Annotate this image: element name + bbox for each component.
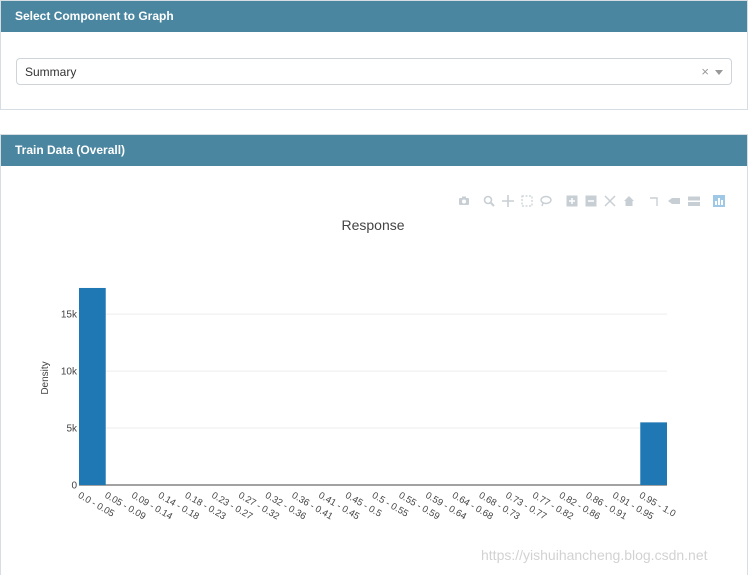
y-gridlines (79, 313, 667, 486)
watermark: https://yishuihancheng.blog.csdn.net (481, 547, 708, 563)
y-axis-label: Density (40, 361, 51, 394)
select-component-panel: Select Component to Graph Summary × (0, 0, 748, 110)
pan-icon[interactable] (502, 195, 514, 210)
panel-header: Train Data (Overall) (1, 135, 747, 166)
select-value: Summary (25, 65, 77, 79)
chart-title: Response (341, 217, 404, 233)
panel-header: Select Component to Graph (1, 1, 747, 32)
autoscale-icon[interactable] (604, 195, 616, 210)
chevron-down-icon[interactable] (715, 70, 723, 75)
plotly-logo-icon[interactable] (713, 195, 725, 210)
reset-axes-icon[interactable] (623, 195, 635, 210)
y-tick-label: 5k (66, 424, 78, 435)
hover-compare-icon[interactable] (687, 195, 701, 210)
bar[interactable] (79, 287, 106, 485)
lasso-icon[interactable] (540, 195, 552, 210)
component-select[interactable]: Summary × (16, 58, 732, 85)
zoom-out-icon[interactable] (585, 195, 597, 210)
response-histogram: Response Density 0 5k 10k 15k 0.0 - 0.050.0… (40, 217, 678, 522)
y-ticks: 0 5k 10k 15k (61, 310, 78, 492)
bar[interactable] (640, 422, 667, 485)
clear-icon[interactable]: × (701, 64, 709, 79)
spike-lines-icon[interactable] (649, 195, 661, 210)
y-tick-label: 0 (71, 481, 77, 492)
zoom-in-icon[interactable] (566, 195, 578, 210)
y-tick-label: 10k (61, 367, 78, 378)
zoom-icon[interactable] (483, 195, 495, 210)
y-tick-label: 15k (61, 310, 78, 321)
camera-icon[interactable] (458, 195, 470, 210)
bars (79, 287, 667, 485)
box-select-icon[interactable] (521, 195, 533, 210)
x-ticks: 0.0 - 0.050.05 - 0.090.09 - 0.140.14 - 0… (76, 490, 678, 522)
hover-closest-icon[interactable] (668, 195, 680, 210)
